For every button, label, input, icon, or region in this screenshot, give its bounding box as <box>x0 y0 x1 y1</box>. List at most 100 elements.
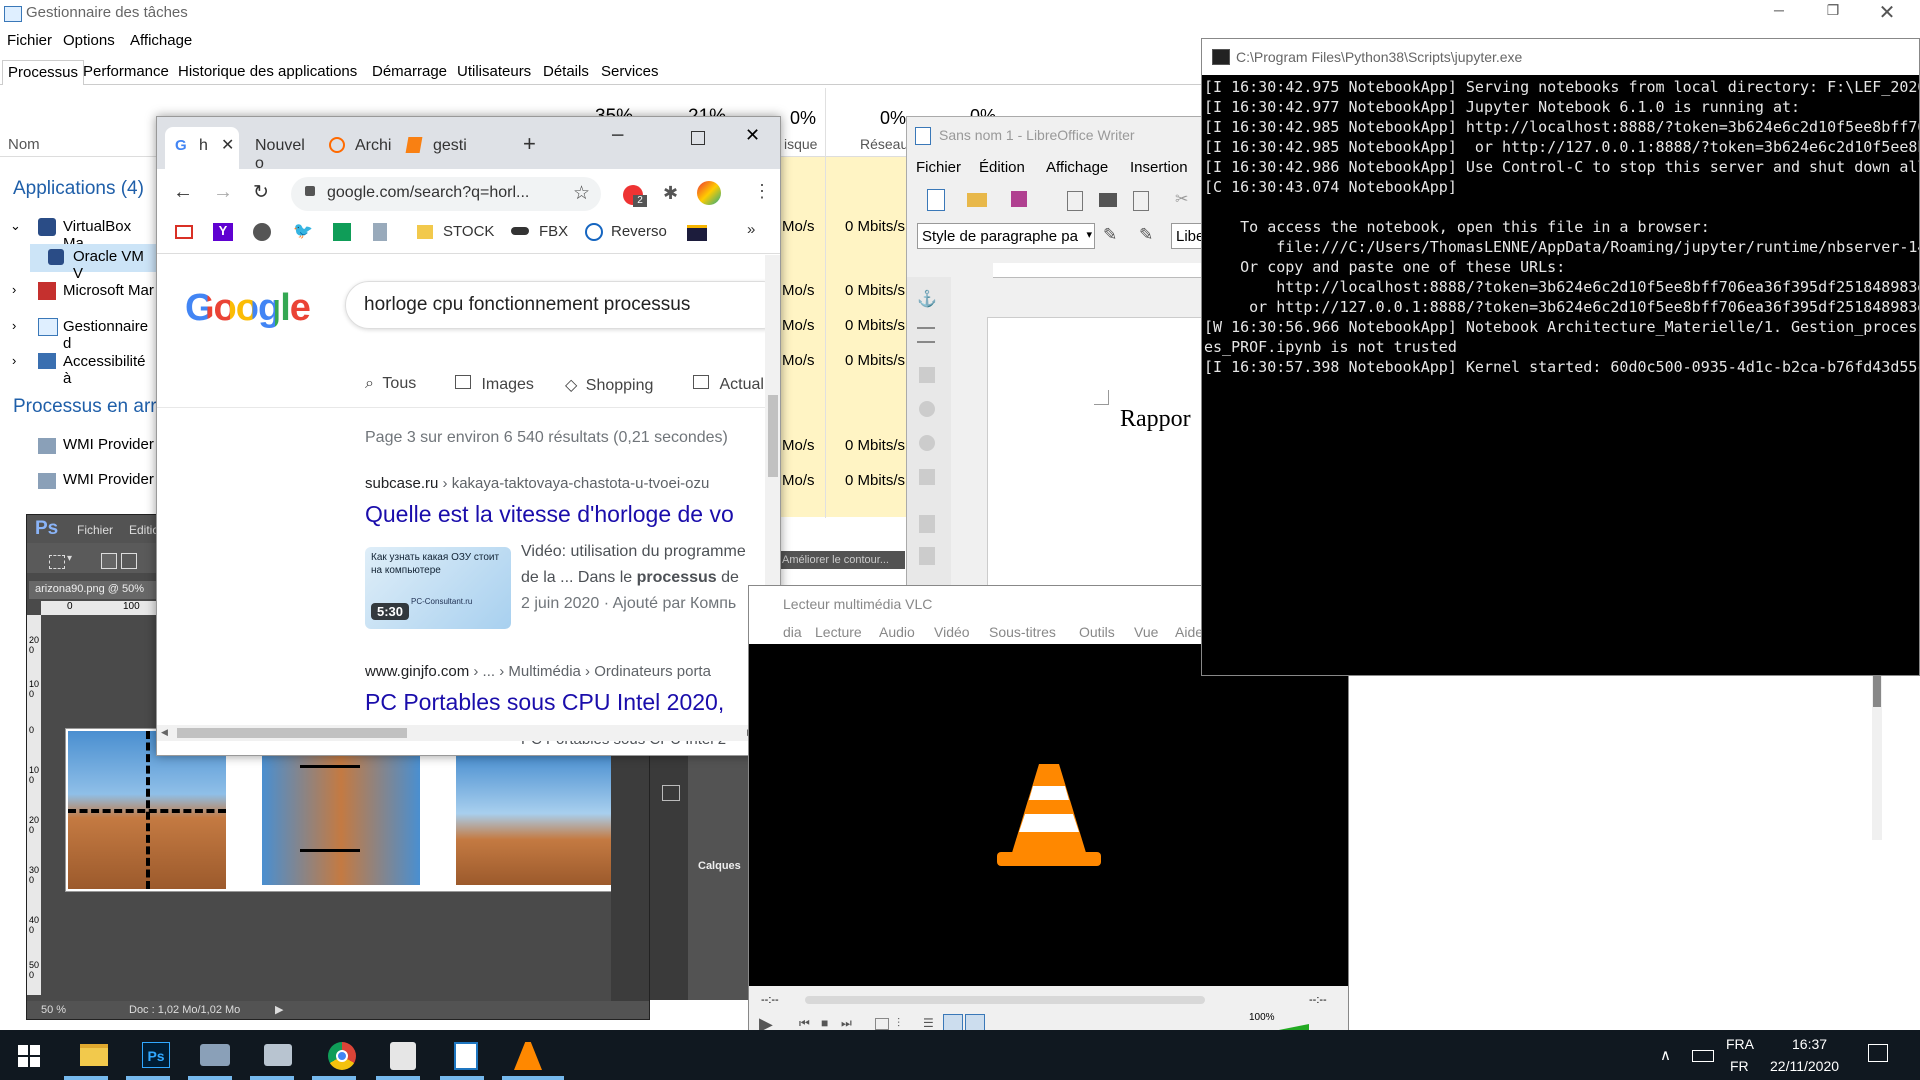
app-row-accessibilite[interactable]: › Accessibilité à <box>0 351 156 387</box>
bookmark-reverso[interactable]: Reverso <box>611 223 667 240</box>
vertical-scrollbar[interactable] <box>1872 672 1882 840</box>
tab-nouvel-onglet[interactable]: Nouvel o <box>245 127 317 172</box>
app-row-microsoft[interactable]: › Microsoft Mar <box>0 280 156 308</box>
net-percent-header[interactable]: 0% <box>880 108 906 129</box>
group-applications[interactable]: Applications (4) <box>13 178 144 200</box>
expand-chevron-icon[interactable]: › <box>12 282 16 297</box>
printer-icon[interactable] <box>264 1044 292 1066</box>
playlist-icon[interactable]: ☰ <box>923 1016 934 1030</box>
network-drive-icon[interactable] <box>200 1044 230 1066</box>
app-row-gestionnaire[interactable]: › Gestionnaire d <box>0 316 156 352</box>
close-window-icon[interactable]: ✕ <box>745 125 760 146</box>
close-icon[interactable]: ✕ <box>1872 0 1902 26</box>
document-page[interactable]: Rappor <box>987 317 1205 585</box>
menu-options[interactable]: Options <box>63 32 115 49</box>
yahoo-icon[interactable]: Y <box>213 223 233 241</box>
marquee-tool-icon[interactable] <box>49 555 65 569</box>
vlc-menu-audio[interactable]: Audio <box>879 624 915 640</box>
adblock-icon[interactable]: 2 <box>623 185 647 207</box>
wrap-icon[interactable] <box>919 435 935 451</box>
wrap-icon[interactable] <box>919 401 935 417</box>
python-file-icon[interactable] <box>390 1042 416 1070</box>
filter-images[interactable]: Images <box>455 375 534 394</box>
briefcase-icon[interactable] <box>687 225 707 241</box>
volume-level[interactable]: 100% <box>1249 1012 1275 1023</box>
tab-details[interactable]: Détails <box>538 60 594 84</box>
selection-mode-icon[interactable] <box>121 553 137 569</box>
bg-row[interactable]: WMI Provider <box>0 436 156 464</box>
show-hidden-icons[interactable]: ∧ <box>1660 1046 1671 1064</box>
battery-icon[interactable] <box>1692 1050 1714 1062</box>
scrollbar-thumb[interactable] <box>768 395 778 477</box>
previous-icon[interactable]: ⏮ <box>799 1016 810 1031</box>
lo-menu-fichier[interactable]: Fichier <box>916 159 961 176</box>
tab-archi[interactable]: Archi <box>325 127 397 163</box>
menu-affichage[interactable]: Affichage <box>130 32 192 49</box>
scroll-left-icon[interactable]: ◀ <box>161 727 168 738</box>
chrome-taskbar-icon[interactable] <box>328 1042 356 1070</box>
seek-bar[interactable] <box>805 996 1205 1004</box>
app-row-oracle[interactable]: Oracle VM V <box>30 244 156 282</box>
tab-processus[interactable]: Processus <box>2 60 85 85</box>
result-2-title[interactable]: PC Portables sous CPU Intel 2020, <box>365 689 724 716</box>
minimize-icon[interactable]: ─ <box>1764 2 1794 26</box>
start-windows-icon[interactable] <box>18 1045 40 1067</box>
ps-panel-header-text[interactable]: Améliorer le contour... <box>782 554 889 566</box>
open-folder-icon[interactable] <box>967 193 987 207</box>
extended-settings-icon[interactable]: ⫶ <box>897 1016 900 1031</box>
doc-tab[interactable]: arizona90.png @ 50% <box>29 581 159 599</box>
lo-menu-insertion[interactable]: Insertion <box>1130 159 1188 176</box>
next-icon[interactable]: ⏭ <box>841 1016 852 1031</box>
new-document-icon[interactable] <box>927 189 945 211</box>
bookmark-stock[interactable]: STOCK <box>443 223 494 240</box>
new-tab-button[interactable]: + <box>523 131 536 157</box>
photoshop-taskbar-icon[interactable]: Ps <box>142 1042 170 1068</box>
writer-taskbar-icon[interactable] <box>454 1042 478 1070</box>
print-icon[interactable] <box>1099 193 1117 207</box>
wrap-icon[interactable] <box>919 547 935 565</box>
ps-tool-icon[interactable] <box>662 785 680 801</box>
stop-icon[interactable]: ■ <box>821 1016 828 1030</box>
reverso-icon[interactable] <box>585 223 603 241</box>
back-icon[interactable]: ← <box>173 181 193 204</box>
globe-icon[interactable] <box>253 223 271 241</box>
fullscreen-icon[interactable] <box>875 1018 889 1030</box>
keyboard-layout[interactable]: FR <box>1730 1058 1749 1074</box>
folder-icon[interactable] <box>417 225 433 239</box>
more-bookmarks[interactable]: » <box>747 221 755 238</box>
selection-mode-icon[interactable] <box>101 553 117 569</box>
ps-menu-fichier[interactable]: Fichier <box>77 523 113 537</box>
minimize-icon[interactable]: ─ <box>612 127 623 145</box>
filter-shopping[interactable]: ◇ Shopping <box>565 375 653 395</box>
fbx-icon[interactable] <box>511 227 529 235</box>
input-language[interactable]: FRA <box>1726 1036 1754 1052</box>
extensions-icon[interactable]: ✱ <box>663 183 678 204</box>
tab-demarrage[interactable]: Démarrage <box>367 60 452 84</box>
chrome-menu-icon[interactable]: ⋮ <box>753 181 771 202</box>
wrap-icon[interactable] <box>919 515 935 533</box>
paragraph-style-select[interactable]: Style de paragraphe pa ▾ <box>917 223 1095 249</box>
vlc-menu-outils[interactable]: Outils <box>1079 624 1115 640</box>
new-style-icon[interactable]: ✎ <box>1139 225 1153 245</box>
lock-icon[interactable] <box>305 186 315 196</box>
style-update-icon[interactable]: ✎ <box>1103 225 1117 245</box>
save-icon[interactable] <box>1011 191 1027 207</box>
vlc-menu-vue[interactable]: Vue <box>1134 624 1158 640</box>
bg-row[interactable]: WMI Provider <box>0 471 156 499</box>
wrap-icon[interactable] <box>919 367 935 383</box>
sheet-icon[interactable] <box>333 223 351 241</box>
anchor-icon[interactable]: ⚓ <box>917 289 937 309</box>
notification-icon[interactable] <box>1868 1044 1888 1062</box>
bookmark-icon[interactable] <box>373 223 387 241</box>
expand-chevron-icon[interactable]: › <box>12 353 16 368</box>
chevron-down-icon[interactable]: ▾ <box>67 553 72 564</box>
google-logo[interactable]: Google <box>185 287 311 330</box>
zoom-level[interactable]: 50 % <box>41 1004 66 1016</box>
vlc-menu-video[interactable]: Vidéo <box>934 624 970 640</box>
clock-date[interactable]: 22/11/2020 <box>1770 1058 1839 1074</box>
chevron-down-icon[interactable]: ▾ <box>1086 228 1092 241</box>
scrollbar-thumb[interactable] <box>1873 672 1881 707</box>
ps-menu-edition[interactable]: Editio <box>129 523 159 537</box>
cut-icon[interactable]: ✂ <box>1175 189 1188 209</box>
bookmark-fbx[interactable]: FBX <box>539 223 568 240</box>
